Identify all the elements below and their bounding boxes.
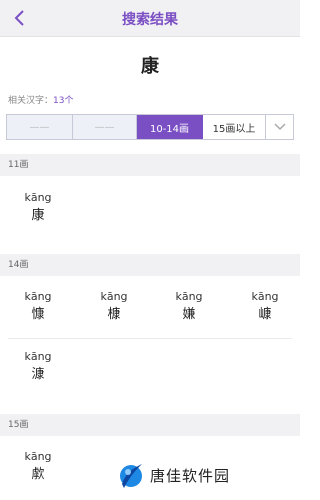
- filter-segment-2[interactable]: ——: [73, 115, 137, 139]
- row-divider: [8, 338, 292, 339]
- filter-segment-1[interactable]: ——: [7, 115, 73, 139]
- section-header-14: 14画: [0, 254, 300, 276]
- filter-expand-button[interactable]: [266, 115, 293, 139]
- query-character: 康: [141, 56, 159, 77]
- filter-segment-10-14[interactable]: 10-14画: [137, 115, 203, 139]
- section-header-15: 15画: [0, 414, 300, 436]
- chevron-down-icon: [273, 123, 286, 131]
- pinyin: kāng: [100, 290, 128, 303]
- top-bar: 搜索结果: [0, 0, 300, 37]
- hanzi: 歑: [31, 467, 45, 482]
- pinyin: kāng: [175, 290, 203, 303]
- hanzi: 槺: [107, 307, 121, 322]
- pinyin: kāng: [251, 290, 279, 303]
- related-count-label: 相关汉字：: [8, 96, 54, 106]
- char-cell[interactable]: kāng 慷: [8, 290, 68, 324]
- hanzi: 嫌: [182, 307, 196, 322]
- char-cell[interactable]: kāng 嫌: [159, 290, 219, 324]
- page-title: 搜索结果: [122, 12, 178, 28]
- hanzi: 康: [31, 208, 45, 223]
- pinyin: kāng: [24, 191, 52, 204]
- filter-segment-15-plus[interactable]: 15画以上: [203, 115, 266, 139]
- hanzi: 慷: [31, 307, 45, 322]
- hanzi: 嵻: [258, 307, 272, 322]
- related-count: 相关汉字：13个: [8, 93, 73, 106]
- watermark-text: 唐佳软件园: [150, 466, 231, 485]
- char-cell[interactable]: kāng 嵻: [235, 290, 295, 324]
- related-count-value: 13个: [53, 96, 74, 106]
- char-cell[interactable]: kāng 槺: [84, 290, 144, 324]
- pinyin: kāng: [24, 290, 52, 303]
- pinyin: kāng: [24, 450, 52, 463]
- stroke-filter: —— —— 10-14画 15画以上: [6, 114, 294, 140]
- char-cell[interactable]: kāng 歑: [8, 450, 68, 484]
- pinyin: kāng: [24, 350, 52, 363]
- watermark-logo-icon: [120, 464, 142, 488]
- watermark: 唐佳软件园: [116, 458, 296, 492]
- hanzi: 漮: [31, 367, 45, 382]
- char-cell[interactable]: kāng 康: [8, 191, 68, 225]
- char-cell[interactable]: kāng 漮: [8, 350, 68, 384]
- section-header-11: 11画: [0, 154, 300, 176]
